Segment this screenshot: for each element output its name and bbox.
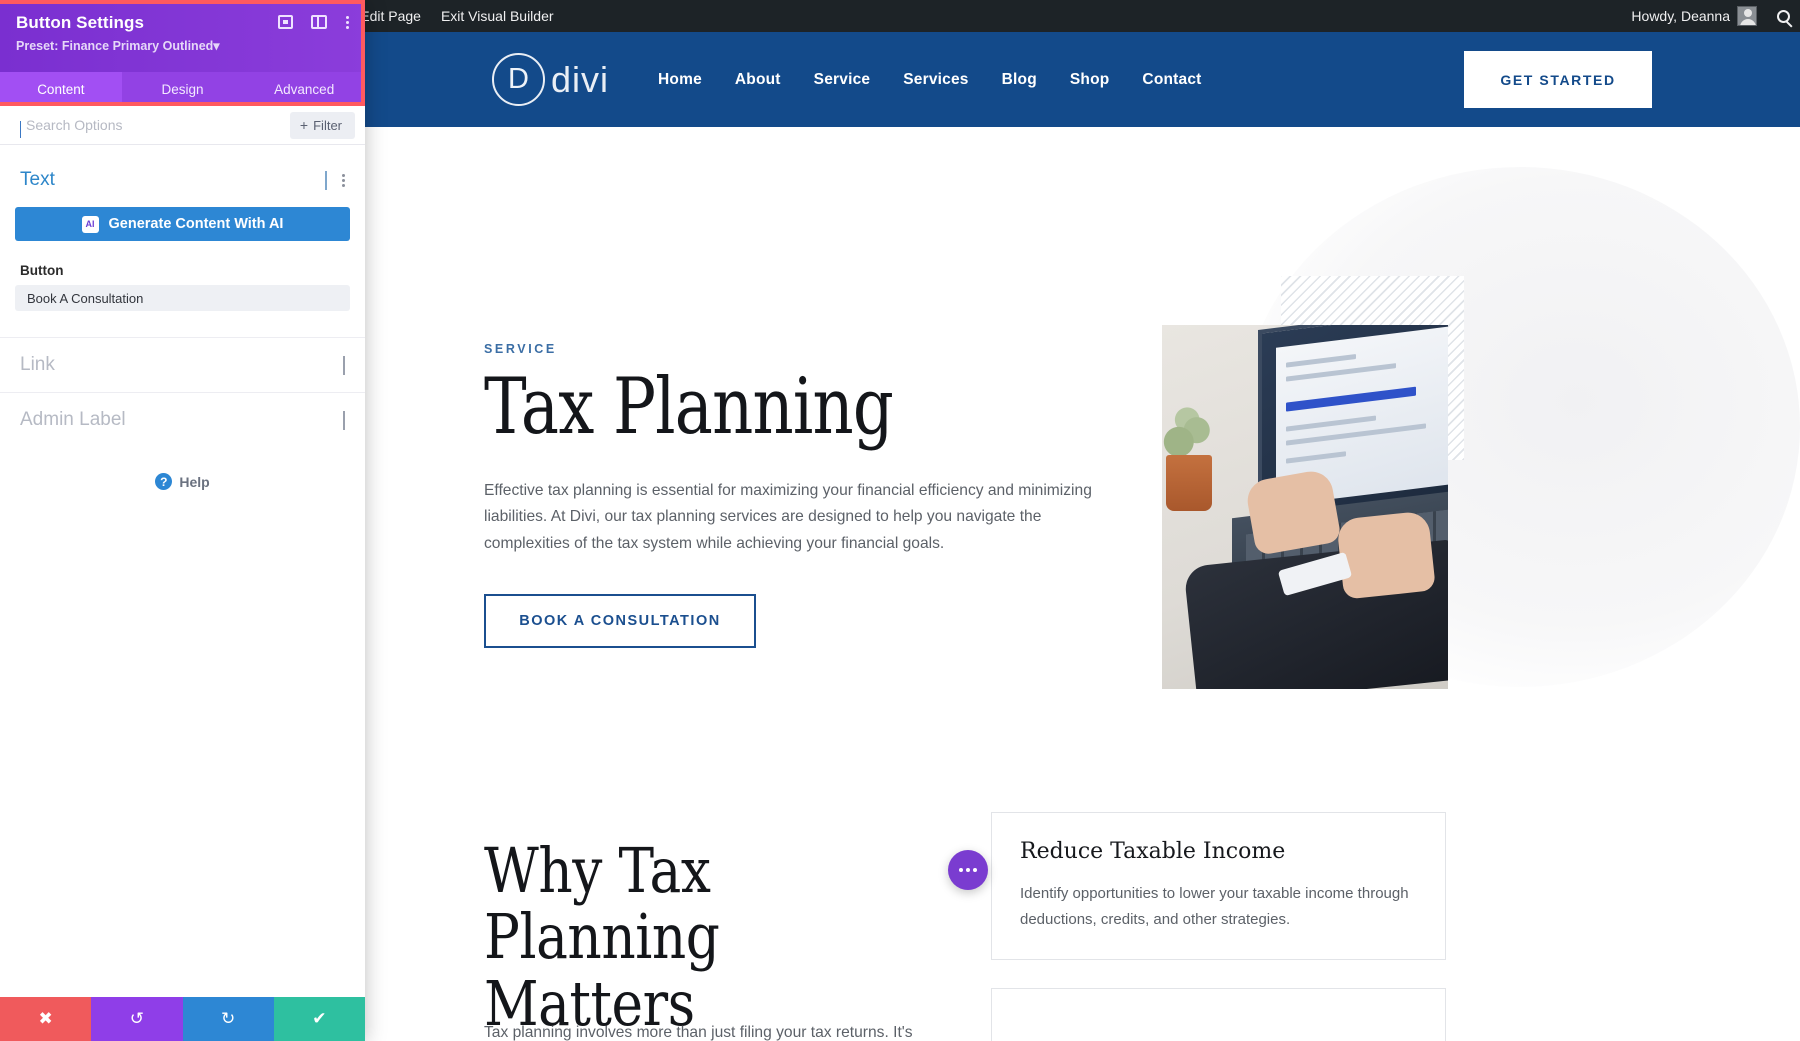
hero-paragraph: Effective tax planning is essential for … — [484, 481, 1092, 553]
help-question-icon: ? — [155, 473, 173, 490]
admin-label-section-title: Admin Label — [20, 409, 126, 430]
visual-builder-canvas: D divi Home About Service Services Blog … — [365, 32, 1800, 1041]
panel-body: Text AI Generate Content With AI Button … — [0, 145, 365, 997]
hero-eyebrow-label: SERVICE — [484, 342, 557, 356]
tab-content[interactable]: Content — [0, 72, 122, 106]
undo-button[interactable]: ↺ — [91, 997, 183, 1041]
panel-header: Button Settings Preset: Finance Primary … — [0, 0, 365, 72]
button-field-label: Button — [20, 263, 64, 278]
hero-image-block — [1162, 276, 1464, 689]
feature-card[interactable]: Reduce Taxable Income Identify opportuni… — [991, 812, 1446, 960]
link-section-title: Link — [20, 354, 55, 375]
site-header: D divi Home About Service Services Blog … — [365, 32, 1800, 127]
panel-search-row: Search Options + Filter — [0, 106, 365, 145]
filter-button[interactable]: + Filter — [289, 111, 355, 139]
edit-page-label: Edit Page — [360, 8, 421, 24]
hero-title: Tax Planning — [484, 362, 894, 452]
search-icon — [1777, 9, 1790, 23]
generate-content-with-ai-label: Generate Content With AI — [108, 216, 284, 232]
tab-design[interactable]: Design — [122, 72, 244, 106]
divi-logo[interactable]: D divi — [492, 53, 609, 106]
search-options-input[interactable]: Search Options — [20, 117, 290, 138]
panel-more-options-icon[interactable] — [345, 15, 349, 29]
panel-layout-icon[interactable] — [311, 15, 327, 29]
ai-icon: AI — [81, 215, 99, 233]
button-text-input[interactable]: Book A Consultation — [15, 285, 350, 311]
panel-preset-label: Preset: Finance Primary Outlined — [16, 39, 214, 53]
photo-plant-pot — [1166, 455, 1212, 511]
help-label: Help — [179, 473, 210, 490]
divi-page-settings-fab-button[interactable] — [948, 850, 988, 890]
tab-advanced[interactable]: Advanced — [243, 72, 365, 106]
chevron-down-icon[interactable] — [343, 356, 345, 375]
feature-card-title: Reduce Taxable Income — [1020, 839, 1286, 864]
admin-label-section-header[interactable]: Admin Label — [0, 392, 365, 447]
book-a-consultation-button[interactable]: BOOK A CONSULTATION — [484, 593, 756, 648]
feature-card-body: Identify opportunities to lower your tax… — [1020, 885, 1409, 928]
nav-item-shop[interactable]: Shop — [1070, 71, 1110, 89]
save-button[interactable]: ✔ — [273, 997, 365, 1041]
get-started-button[interactable]: GET STARTED — [1464, 51, 1652, 108]
nav-item-blog[interactable]: Blog — [1002, 71, 1037, 89]
divi-logo-mark-icon: D — [492, 53, 545, 106]
panel-footer-actions: ✖ ↺ ↻ ✔ — [0, 997, 365, 1041]
ellipsis-icon — [959, 868, 977, 872]
search-placeholder-label: Search Options — [26, 117, 123, 133]
nav-item-service[interactable]: Service — [814, 71, 871, 89]
help-button[interactable]: ? Help — [0, 447, 365, 490]
link-section-header[interactable]: Link — [0, 337, 365, 392]
section2-title: Why Tax Planning Matters — [484, 834, 720, 1040]
text-section-header[interactable]: Text — [0, 145, 365, 205]
hero-photo — [1162, 325, 1448, 689]
avatar — [1737, 6, 1757, 26]
photo-left-hand — [1244, 468, 1342, 556]
photo-right-hand — [1336, 510, 1436, 600]
section2-paragraph: Tax planning involves more than just fil… — [484, 1024, 913, 1041]
feature-card[interactable] — [991, 988, 1446, 1041]
chevron-down-icon: ▾ — [213, 39, 220, 53]
hero-section: SERVICE Tax Planning Effective tax plann… — [365, 127, 1800, 742]
chevron-down-icon[interactable] — [343, 411, 345, 430]
nav-item-contact[interactable]: Contact — [1142, 71, 1201, 89]
nav-item-services[interactable]: Services — [903, 71, 968, 89]
redo-button[interactable]: ↻ — [182, 997, 274, 1041]
button-settings-panel: Button Settings Preset: Finance Primary … — [0, 0, 365, 1041]
hero-text-block: SERVICE Tax Planning Effective tax plann… — [484, 342, 1124, 648]
generate-content-with-ai-button[interactable]: AI Generate Content With AI — [15, 207, 350, 241]
divi-logo-wordmark: divi — [551, 58, 610, 100]
filter-label: Filter — [313, 117, 342, 133]
site-navigation: Home About Service Services Blog Shop Co… — [658, 71, 1201, 89]
panel-preset-selector[interactable]: Preset: Finance Primary Outlined▾ — [16, 38, 349, 53]
text-section-more-options-icon[interactable] — [341, 173, 345, 187]
panel-tabs: Content Design Advanced — [0, 72, 365, 106]
account-menu[interactable]: Howdy, Deanna — [1621, 0, 1767, 32]
exit-visual-builder-button[interactable]: Exit Visual Builder — [431, 0, 564, 32]
cancel-button[interactable]: ✖ — [0, 997, 92, 1041]
chevron-up-icon[interactable] — [325, 171, 327, 190]
howdy-label: Howdy, Deanna — [1631, 8, 1730, 24]
focus-module-icon[interactable] — [278, 15, 293, 29]
nav-item-about[interactable]: About — [735, 71, 781, 89]
text-section-title: Text — [20, 169, 55, 190]
exit-visual-builder-label: Exit Visual Builder — [440, 8, 554, 24]
panel-title: Button Settings — [16, 13, 145, 32]
plus-icon: + — [299, 117, 309, 133]
nav-item-home[interactable]: Home — [658, 71, 702, 89]
text-cursor — [20, 121, 21, 138]
admin-search-button[interactable] — [1767, 0, 1800, 32]
